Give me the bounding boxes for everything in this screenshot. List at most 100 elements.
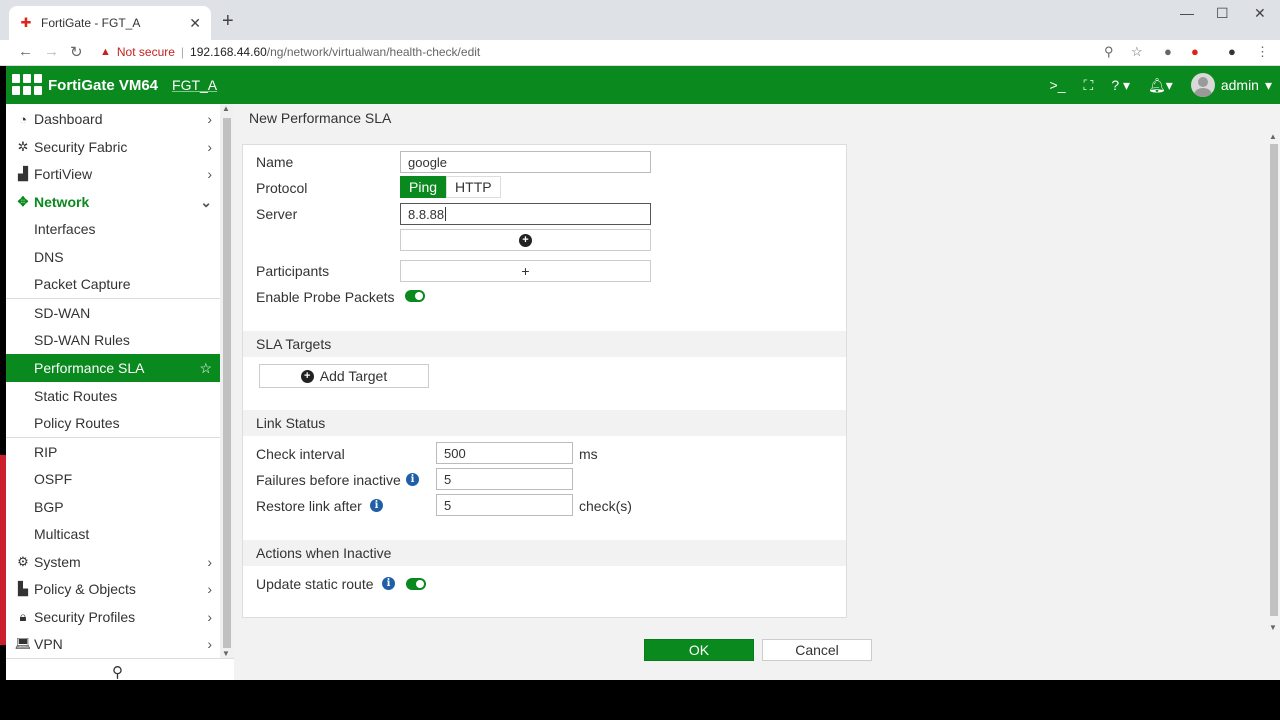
sidebar-item-system[interactable]: ⚙ System › (6, 548, 220, 576)
check-interval-label: Check interval (256, 446, 345, 462)
notifications-bell-icon[interactable]: 🔔︎▾ (1148, 77, 1173, 94)
search-icon[interactable]: ⚲ (112, 663, 123, 681)
protocol-ping-button[interactable]: Ping (400, 176, 447, 198)
sidebar-item-packet-capture[interactable]: Packet Capture (6, 270, 220, 298)
zoom-icon[interactable]: ⚲ (1104, 44, 1114, 60)
laptop-icon: 💻︎ (14, 636, 32, 651)
divider: | (180, 45, 185, 59)
protocol-selector: Ping HTTP (400, 176, 501, 198)
sidebar-item-label: Interfaces (34, 221, 96, 237)
reload-icon[interactable]: ↻ (70, 43, 83, 61)
chevron-down-icon: ⌄ (200, 193, 212, 210)
chevron-right-icon: › (207, 554, 212, 570)
fortinet-favicon-icon: ✚ (20, 15, 32, 30)
lock-icon: 🔒︎ (19, 609, 27, 624)
sidebar-item-dns[interactable]: DNS (6, 243, 220, 271)
failures-field[interactable]: 5 (436, 468, 573, 490)
scroll-up-icon[interactable]: ▲ (222, 104, 230, 113)
sidebar-item-performance-sla[interactable]: Performance SLA ☆ (6, 354, 220, 382)
sidebar-item-sd-wan-rules[interactable]: SD-WAN Rules (6, 326, 220, 354)
menu-dots-icon[interactable]: ⋮ (1256, 44, 1269, 60)
extension-icon[interactable]: ● (1164, 44, 1172, 59)
plus-circle-icon: + (300, 369, 314, 383)
sidebar-item-policy-routes[interactable]: Policy Routes (6, 409, 220, 437)
sidebar-item-sd-wan[interactable]: SD-WAN (6, 299, 220, 327)
main-scrollbar[interactable]: ▲ ▼ (1268, 132, 1280, 632)
link-status-heading: Link Status (243, 410, 846, 436)
sidebar-search[interactable]: ⚲ (6, 658, 234, 681)
close-window-icon[interactable]: ✕ (1254, 5, 1266, 22)
username: admin (1220, 77, 1259, 93)
scroll-down-icon[interactable]: ▼ (222, 649, 230, 658)
restore-value: 5 (444, 497, 452, 513)
cli-console-icon[interactable]: >_ (1050, 77, 1066, 93)
info-icon[interactable]: i (370, 499, 383, 512)
favorite-star-icon[interactable]: ☆ (199, 360, 212, 377)
fullscreen-icon[interactable]: ⛶ (1084, 77, 1094, 94)
minimize-icon[interactable]: — (1180, 5, 1194, 21)
opera-extension-icon[interactable]: ● (1191, 44, 1199, 59)
scrollbar-thumb[interactable] (1270, 144, 1278, 616)
sidebar-item-network[interactable]: ✥ Network ⌄ (6, 188, 220, 216)
sidebar-item-vpn[interactable]: 💻︎ VPN › (6, 630, 220, 658)
sidebar-item-interfaces[interactable]: Interfaces (6, 215, 220, 243)
scrollbar-thumb[interactable] (223, 118, 231, 648)
sidebar-item-label: VPN (34, 636, 63, 652)
name-field[interactable]: google (400, 151, 651, 173)
sidebar-item-label: Network (34, 194, 90, 210)
section-title: Link Status (256, 415, 326, 431)
user-menu[interactable]: admin ▾ (1190, 73, 1272, 97)
forward-icon[interactable]: → (44, 43, 59, 60)
info-icon[interactable]: i (406, 473, 419, 486)
browser-tab[interactable]: ✚ FortiGate - FGT_A ✕ (9, 6, 211, 40)
sidebar-item-label: Policy Routes (34, 415, 120, 431)
sidebar-item-policy-objects[interactable]: ▙ Policy & Objects › (6, 575, 220, 603)
add-server-button[interactable]: + (400, 229, 651, 251)
sidebar-item-rip[interactable]: RIP (6, 438, 220, 466)
chevron-right-icon: › (207, 609, 212, 625)
sidebar-item-multicast[interactable]: Multicast (6, 520, 220, 548)
new-tab-icon[interactable]: + (222, 10, 234, 33)
main-content: New Performance SLA Name google Protocol… (234, 104, 1280, 680)
cancel-button[interactable]: Cancel (762, 639, 872, 661)
update-route-toggle[interactable] (406, 578, 426, 590)
check-interval-field[interactable]: 500 (436, 442, 573, 464)
maximize-icon[interactable]: ☐ (1216, 5, 1229, 22)
scroll-down-icon[interactable]: ▼ (1269, 623, 1277, 632)
protocol-http-button[interactable]: HTTP (446, 176, 501, 198)
add-target-label: Add Target (319, 368, 388, 384)
sidebar-scrollbar[interactable]: ▲ ▼ (220, 104, 234, 658)
sidebar-item-label: Policy & Objects (34, 581, 136, 597)
add-target-button[interactable]: + Add Target (259, 364, 429, 388)
sidebar-item-ospf[interactable]: OSPF (6, 465, 220, 493)
sidebar-item-label: FortiView (34, 166, 93, 182)
info-icon[interactable]: i (382, 577, 395, 590)
plus-circle-icon: + (519, 233, 532, 247)
hostname-link[interactable]: FGT_A (172, 77, 217, 93)
sidebar-item-security-fabric[interactable]: ✲ Security Fabric › (6, 133, 220, 161)
close-tab-icon[interactable]: ✕ (189, 15, 201, 32)
back-icon[interactable]: ← (18, 43, 33, 60)
ok-button[interactable]: OK (644, 639, 754, 661)
sidebar-item-bgp[interactable]: BGP (6, 493, 220, 521)
restore-label: Restore link after (256, 498, 362, 514)
restore-field[interactable]: 5 (436, 494, 573, 516)
failures-value: 5 (444, 471, 452, 487)
sidebar-item-label: OSPF (34, 471, 73, 487)
sidebar-item-static-routes[interactable]: Static Routes (6, 382, 220, 410)
sidebar-item-dashboard[interactable]: ◔ Dashboard › (6, 105, 220, 133)
address-bar: ← → ↻ ▲ Not secure | 192.168.44.60 /ng/n… (0, 40, 1280, 66)
server-field[interactable]: 8.8.88 (400, 203, 651, 225)
sidebar-item-security-profiles[interactable]: 🔒︎ Security Profiles › (6, 603, 220, 631)
not-secure-label[interactable]: Not secure (117, 45, 175, 59)
sidebar-item-label: System (34, 554, 81, 570)
probe-packets-toggle[interactable] (405, 290, 425, 302)
failures-label: Failures before inactive (256, 472, 401, 488)
help-icon[interactable]: ? ▾ (1111, 77, 1130, 94)
sidebar-item-fortiview[interactable]: ▟ FortiView › (6, 160, 220, 188)
bookmark-star-icon[interactable]: ☆ (1131, 44, 1143, 60)
url-field[interactable]: ▲ Not secure | 192.168.44.60 /ng/network… (100, 41, 1150, 63)
add-participant-button[interactable]: + (400, 260, 651, 282)
profile-icon[interactable]: ● (1228, 44, 1236, 59)
scroll-up-icon[interactable]: ▲ (1269, 132, 1277, 141)
